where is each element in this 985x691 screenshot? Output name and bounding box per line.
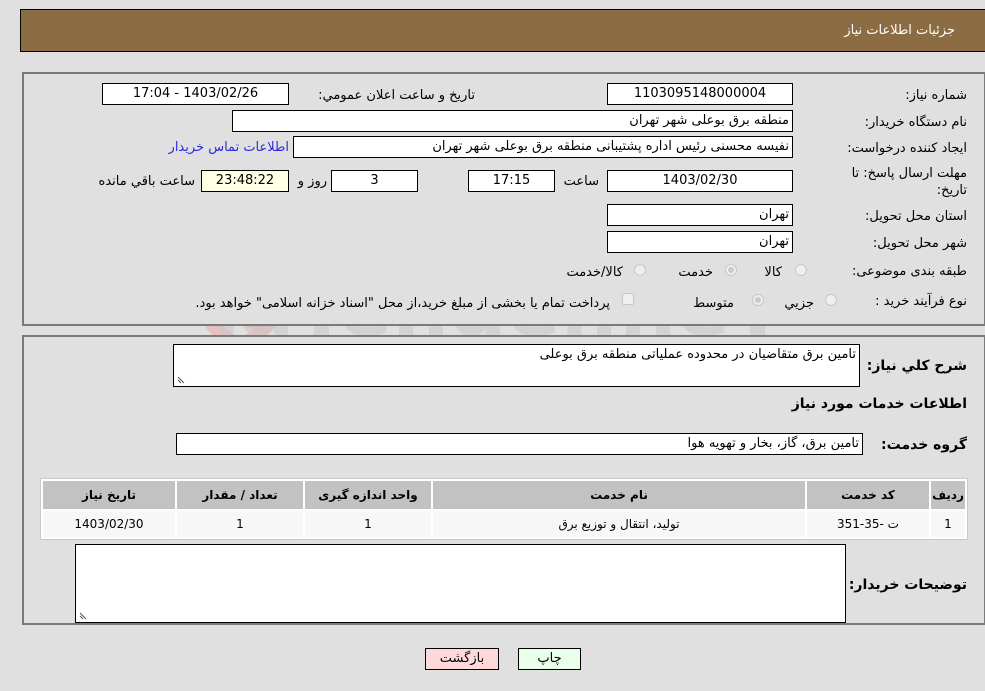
col-header-quantity: تعداد / مقدار <box>177 481 303 509</box>
col-header-service-code: کد خدمت <box>807 481 929 509</box>
col-header-service-name: نام خدمت <box>433 481 805 509</box>
services-table: ردیف کد خدمت نام خدمت واحد اندازه گیری ت… <box>40 478 968 540</box>
page-header: جزئیات اطلاعات نیاز <box>20 9 985 52</box>
requester-field[interactable]: نفیسه محسنی رئیس اداره پشتیبانی منطقه بر… <box>293 136 793 158</box>
services-section-title: اطلاعات خدمات مورد نیاز <box>791 396 967 412</box>
process-radio-minor[interactable] <box>825 294 837 306</box>
category-option-goods: کالا <box>764 265 782 280</box>
buyer-org-field[interactable]: منطقه برق بوعلی شهر تهران <box>232 110 793 132</box>
process-radio-medium[interactable] <box>752 294 764 306</box>
description-textarea[interactable]: تامین برق متقاضیان در محدوده عملیاتی منط… <box>173 344 860 387</box>
deadline-time-field[interactable]: 17:15 <box>468 170 555 192</box>
buyer-contact-link[interactable]: اطلاعات تماس خریدار <box>169 140 289 155</box>
col-header-row-number: ردیف <box>931 481 965 509</box>
need-number-label: شماره نیاز: <box>905 88 967 103</box>
days-remaining-field[interactable]: 3 <box>331 170 418 192</box>
remaining-time-label: ساعت باقي مانده <box>98 174 195 189</box>
description-text: تامین برق متقاضیان در محدوده عملیاتی منط… <box>539 347 856 362</box>
process-type-label: نوع فرآیند خرید : <box>875 294 967 309</box>
category-radio-service[interactable] <box>725 264 737 276</box>
category-radio-goods[interactable] <box>795 264 807 276</box>
requester-label: ایجاد کننده درخواست: <box>847 141 967 156</box>
cell-service-code: ت -35-351 <box>807 511 929 537</box>
city-label: شهر محل تحویل: <box>872 236 967 251</box>
category-option-goods-service: کالا/خدمت <box>566 265 623 280</box>
col-header-unit: واحد اندازه گیری <box>305 481 431 509</box>
cell-service-name: تولید، انتقال و توزیع برق <box>433 511 805 537</box>
category-label: طبقه بندی موضوعی: <box>851 264 967 279</box>
resize-grip-icon[interactable] <box>177 376 185 384</box>
process-option-minor: جزيي <box>784 296 814 311</box>
province-label: استان محل تحویل: <box>865 209 967 224</box>
deadline-label-2: تاریخ: <box>936 183 967 198</box>
treasury-checkbox[interactable] <box>622 293 634 305</box>
announce-date-field[interactable]: 1403/02/26 - 17:04 <box>102 83 289 105</box>
back-button[interactable]: بازگشت <box>425 648 499 670</box>
buyer-org-label: نام دستگاه خریدار: <box>864 115 967 130</box>
remaining-time-field: 23:48:22 <box>201 170 289 192</box>
deadline-date-field[interactable]: 1403/02/30 <box>607 170 793 192</box>
need-number-field[interactable]: 1103095148000004 <box>607 83 793 105</box>
service-group-label: گروه خدمت: <box>881 437 967 453</box>
col-header-need-date: تاریخ نیاز <box>43 481 175 509</box>
deadline-label: مهلت ارسال پاسخ: تا <box>851 166 967 181</box>
buyer-notes-textarea[interactable] <box>75 544 846 623</box>
description-label: شرح کلي نیاز: <box>866 358 967 374</box>
print-button[interactable]: چاپ <box>518 648 581 670</box>
category-radio-goods-service[interactable] <box>634 264 646 276</box>
buyer-notes-label: توضیحات خریدار: <box>848 577 967 593</box>
treasury-note: پرداخت تمام یا بخشی از مبلغ خرید،از محل … <box>195 296 610 311</box>
resize-grip-icon[interactable] <box>79 612 87 620</box>
cell-need-date: 1403/02/30 <box>43 511 175 537</box>
announce-date-label: تاریخ و ساعت اعلان عمومي: <box>318 88 475 103</box>
table-row: 1 ت -35-351 تولید، انتقال و توزیع برق 1 … <box>43 511 965 537</box>
cell-quantity: 1 <box>177 511 303 537</box>
process-option-medium: متوسط <box>693 296 734 311</box>
cell-unit: 1 <box>305 511 431 537</box>
days-label: روز و <box>297 174 327 189</box>
service-group-field[interactable]: تامین برق، گاز، بخار و تهویه هوا <box>176 433 863 455</box>
deadline-time-label: ساعت <box>563 174 599 189</box>
province-field[interactable]: تهران <box>607 204 793 226</box>
category-option-service: خدمت <box>678 265 713 280</box>
page-title: جزئیات اطلاعات نیاز <box>844 23 955 38</box>
city-field[interactable]: تهران <box>607 231 793 253</box>
table-header-row: ردیف کد خدمت نام خدمت واحد اندازه گیری ت… <box>43 481 965 509</box>
cell-row-number: 1 <box>931 511 965 537</box>
